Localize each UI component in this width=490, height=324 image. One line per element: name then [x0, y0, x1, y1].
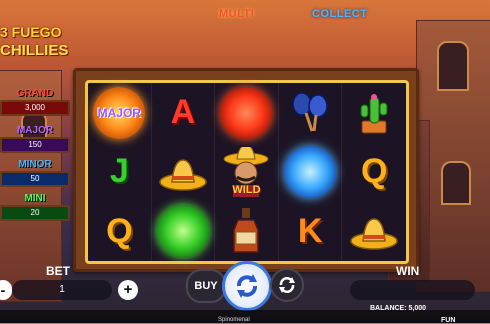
- reel-cell: J: [88, 142, 152, 202]
- reel-cell: [279, 83, 343, 143]
- jackpot-minor: MINOR 50: [0, 159, 70, 187]
- jackpot-grand-label: GRAND: [16, 88, 54, 99]
- reel-cell: [152, 201, 216, 261]
- collect-banner: COLLECT: [312, 8, 368, 20]
- bet-label: BET: [46, 264, 70, 278]
- jackpot-major-value: 150: [0, 137, 70, 153]
- autoplay-icon: [279, 277, 295, 293]
- jackpot-grand: GRAND 3,000: [0, 88, 70, 116]
- symbol-k: K: [297, 211, 323, 250]
- reel-cell: [342, 83, 406, 142]
- reel-cell: [215, 83, 279, 143]
- jackpot-minor-label: MINOR: [18, 159, 52, 170]
- maracas-icon: [292, 91, 328, 132]
- reel-cell: Q: [342, 142, 406, 201]
- reel-cell: [342, 202, 406, 261]
- game-logo-bottom: CHILLIES: [0, 42, 69, 59]
- reel-cell: [215, 201, 279, 261]
- symbol-a: A: [170, 93, 196, 132]
- wild-label: WILD: [232, 183, 261, 196]
- spin-button[interactable]: [222, 261, 272, 311]
- win-value: [350, 280, 475, 300]
- reel-cell: Q: [88, 201, 152, 261]
- tequila-bottle-icon: [233, 208, 260, 254]
- jackpot-mini-value: 20: [0, 205, 70, 221]
- symbol-j: J: [109, 152, 129, 191]
- jackpot-mini-label: MINI: [24, 193, 46, 204]
- reel-cell: [279, 142, 343, 202]
- cactus-icon: [360, 93, 388, 134]
- autoplay-button[interactable]: [270, 268, 304, 302]
- reel-cell: A: [152, 83, 216, 143]
- reel-grid: MAJOR A J WILD Q Q K: [85, 80, 409, 264]
- balance-display: BALANCE: 5,000: [370, 305, 427, 312]
- brand-label: Spinomenal: [218, 317, 250, 323]
- window: [441, 161, 471, 205]
- jackpot-minor-value: 50: [0, 171, 70, 187]
- orange-orb-icon: MAJOR: [93, 86, 146, 139]
- jackpot-major: MAJOR 150: [0, 125, 70, 153]
- reel-cell: [152, 142, 216, 202]
- win-label: WIN: [396, 264, 420, 278]
- jackpot-mini: MINI 20: [0, 193, 70, 221]
- orb-major-label: MAJOR: [97, 105, 141, 120]
- symbol-q: Q: [360, 152, 388, 191]
- green-orb-icon: [156, 205, 209, 258]
- sombrero-icon: [350, 218, 398, 251]
- reel-cell: K: [279, 201, 343, 261]
- increase-bet-button[interactable]: +: [118, 280, 138, 300]
- symbol-q: Q: [106, 211, 133, 250]
- buy-feature-button[interactable]: BUY: [186, 269, 226, 303]
- bet-value: 1: [12, 280, 112, 300]
- multi-banner: MULTI: [219, 8, 255, 20]
- spin-icon: [237, 274, 257, 298]
- window: [437, 41, 469, 91]
- red-orb-icon: [220, 86, 273, 139]
- reel-cell: WILD: [215, 142, 279, 202]
- jackpot-grand-value: 3,000: [0, 100, 70, 116]
- sombrero-icon: [159, 159, 207, 191]
- reel-cell: MAJOR: [88, 83, 152, 143]
- blue-orb-icon: [284, 145, 337, 198]
- jackpot-major-label: MAJOR: [16, 125, 54, 136]
- game-logo-top: 3 FUEGO: [0, 24, 62, 40]
